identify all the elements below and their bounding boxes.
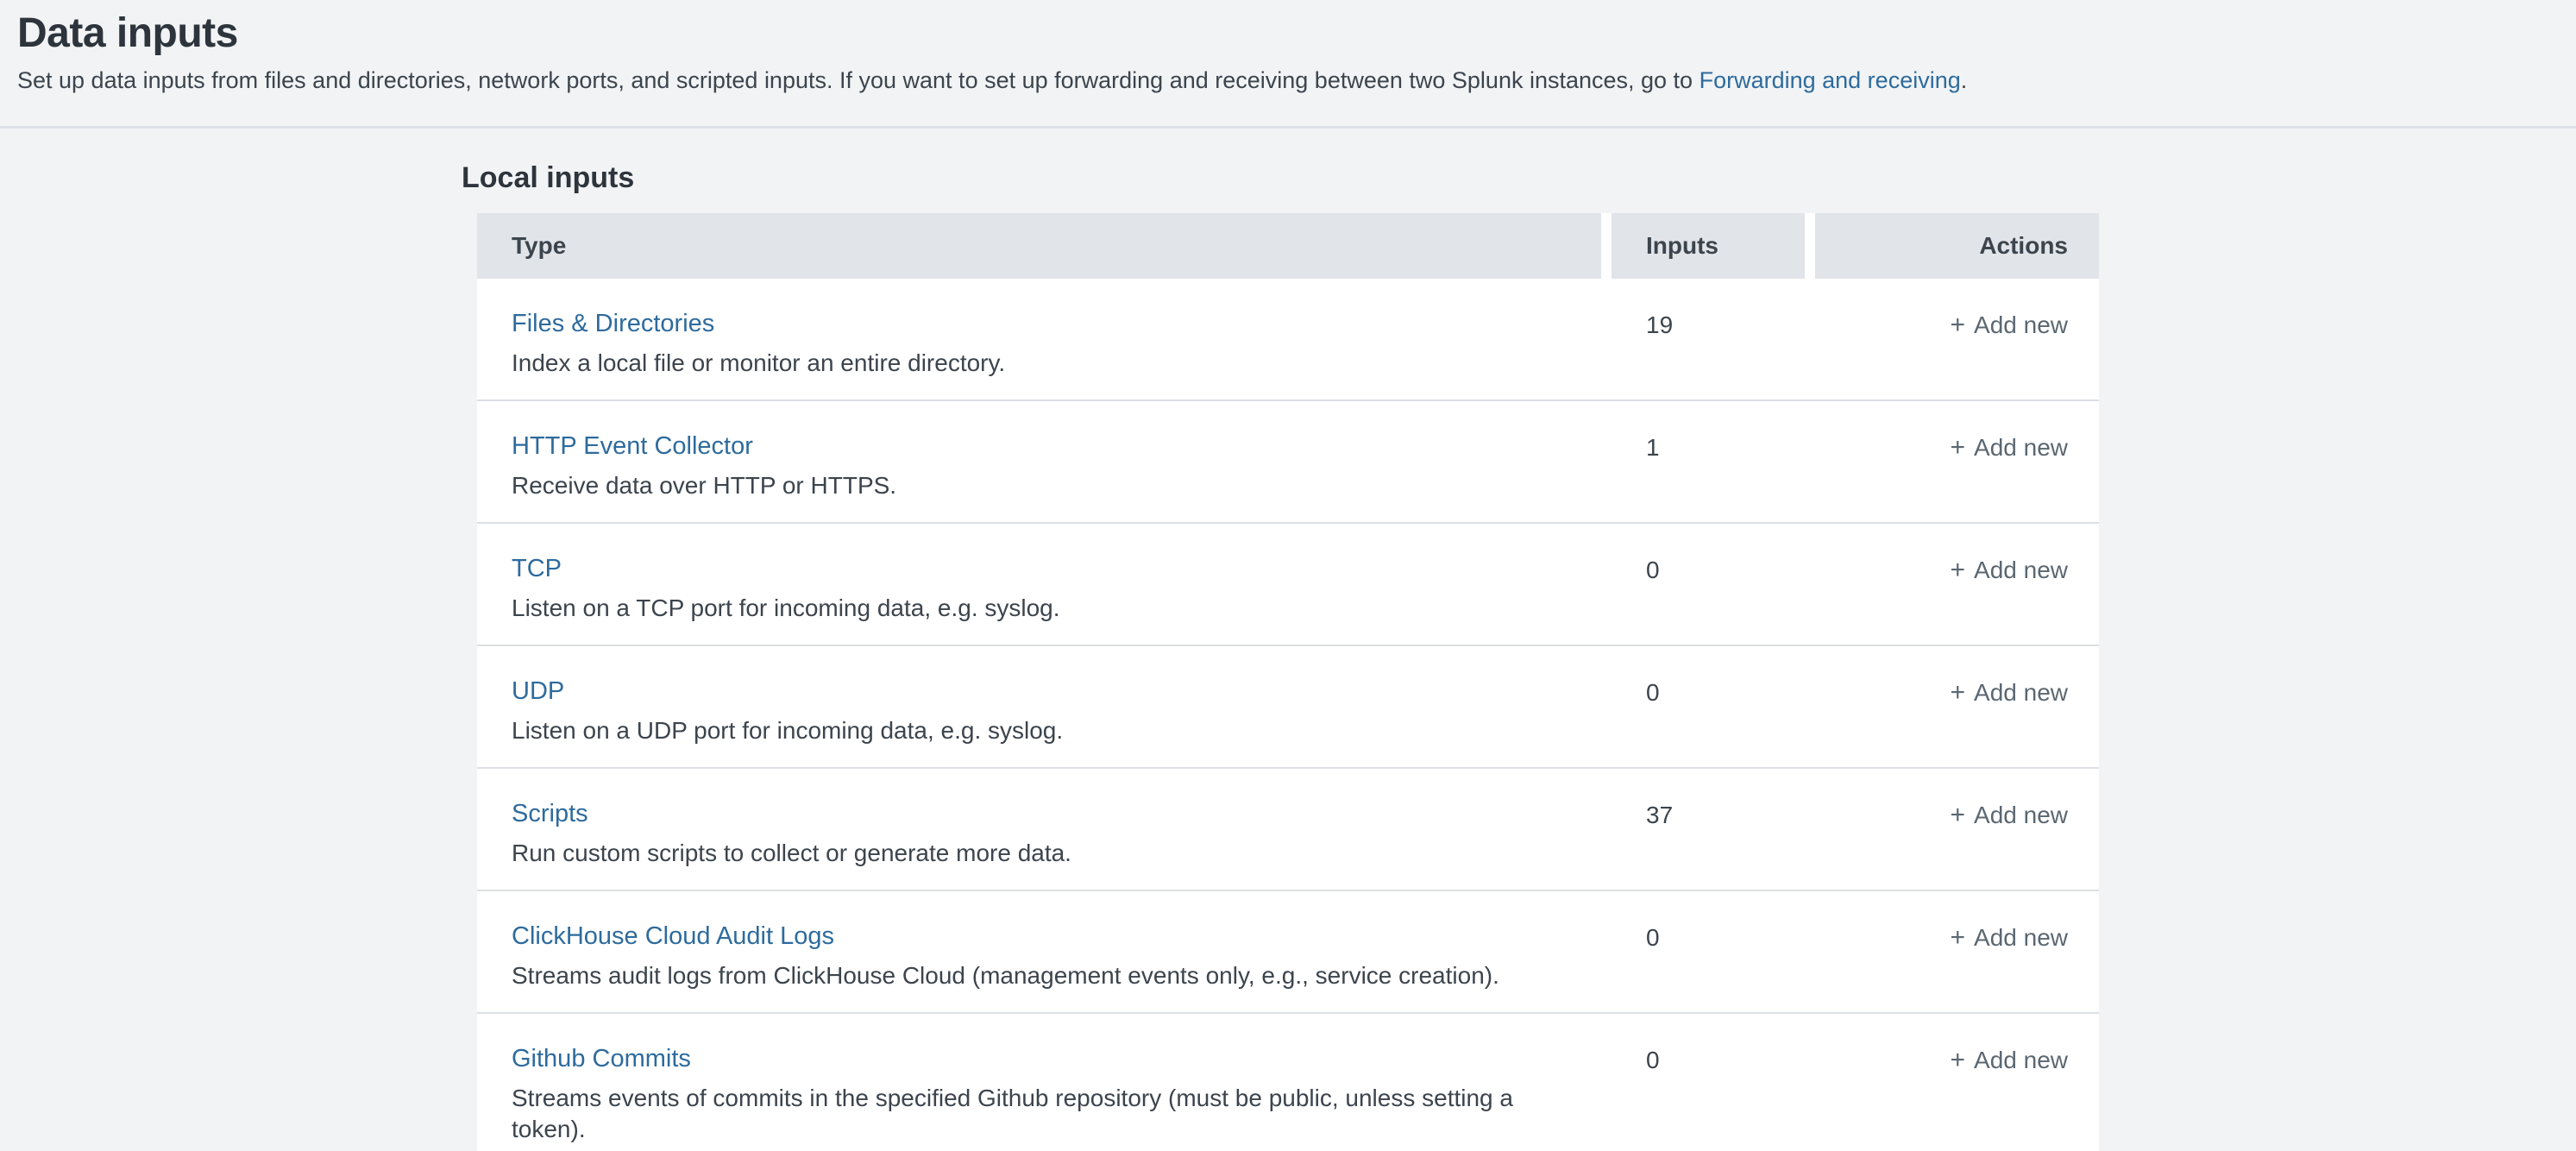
add-new-button[interactable]: + Add new [1951,557,2069,583]
add-new-button[interactable]: + Add new [1951,802,2069,828]
type-cell: HTTP Event Collector Receive data over H… [477,401,1601,522]
plus-icon: + [1951,677,1966,708]
add-new-button[interactable]: + Add new [1951,434,2069,461]
input-type-description: Receive data over HTTP or HTTPS. [512,470,1584,501]
inputs-count: 0 [1601,524,1805,645]
plus-icon: + [1951,432,1966,463]
inputs-count: 0 [1601,646,1805,767]
input-type-link[interactable]: TCP [512,552,562,585]
input-type-link[interactable]: Files & Directories [512,307,714,340]
page-title: Data inputs [17,9,2559,59]
inputs-count: 0 [1601,1014,1805,1151]
actions-cell: + Add new [1805,524,2099,645]
section-title: Local inputs [462,160,2576,196]
add-new-label: Add new [1974,1047,2068,1073]
add-new-label: Add new [1974,924,2068,951]
type-cell: ClickHouse Cloud Audit Logs Streams audi… [477,891,1601,1012]
page-header: Data inputs Set up data inputs from file… [0,0,2576,129]
inputs-count: 0 [1601,891,1805,1012]
plus-icon: + [1951,310,1966,341]
type-cell: UDP Listen on a UDP port for incoming da… [477,646,1601,767]
column-header-type: Type [477,213,1601,279]
add-new-label: Add new [1974,434,2068,461]
local-inputs-table: Type Inputs Actions Files & Directories … [477,213,2099,1151]
plus-icon: + [1951,1045,1966,1076]
page-description-text: Set up data inputs from files and direct… [17,67,1700,93]
actions-cell: + Add new [1805,279,2099,399]
inputs-count: 1 [1601,401,1805,522]
plus-icon: + [1951,800,1966,831]
forwarding-and-receiving-link[interactable]: Forwarding and receiving [1700,67,1961,93]
add-new-label: Add new [1974,802,2068,828]
add-new-button[interactable]: + Add new [1951,311,2069,338]
table-row: TCP Listen on a TCP port for incoming da… [477,524,2099,646]
type-cell: Scripts Run custom scripts to collect or… [477,769,1601,890]
table-row: Github Commits Streams events of commits… [477,1014,2099,1151]
input-type-description: Streams events of commits in the specifi… [512,1083,1584,1145]
add-new-label: Add new [1974,557,2068,583]
page-description-period: . [1961,67,1968,93]
input-type-description: Run custom scripts to collect or generat… [512,838,1584,869]
page-description: Set up data inputs from files and direct… [17,66,2559,95]
column-header-inputs: Inputs [1601,213,1805,279]
input-type-link[interactable]: UDP [512,675,564,708]
table-row: Files & Directories Index a local file o… [477,279,2099,401]
input-type-description: Listen on a UDP port for incoming data, … [512,715,1584,746]
actions-cell: + Add new [1805,1014,2099,1151]
input-type-link[interactable]: Github Commits [512,1042,691,1075]
actions-cell: + Add new [1805,646,2099,767]
input-type-link[interactable]: ClickHouse Cloud Audit Logs [512,920,834,953]
actions-cell: + Add new [1805,401,2099,522]
plus-icon: + [1951,555,1966,586]
table-row: HTTP Event Collector Receive data over H… [477,401,2099,524]
add-new-button[interactable]: + Add new [1951,924,2069,951]
actions-cell: + Add new [1805,769,2099,890]
table-row: Scripts Run custom scripts to collect or… [477,769,2099,891]
column-header-actions: Actions [1805,213,2099,279]
local-inputs-section: Local inputs Type Inputs Actions Files &… [0,129,2576,1151]
plus-icon: + [1951,922,1966,953]
add-new-label: Add new [1974,311,2068,338]
type-cell: TCP Listen on a TCP port for incoming da… [477,524,1601,645]
inputs-count: 37 [1601,769,1805,890]
type-cell: Files & Directories Index a local file o… [477,279,1601,399]
add-new-label: Add new [1974,679,2068,706]
input-type-link[interactable]: Scripts [512,797,588,830]
table-row: UDP Listen on a UDP port for incoming da… [477,646,2099,769]
input-type-description: Listen on a TCP port for incoming data, … [512,593,1584,624]
table-header-row: Type Inputs Actions [477,213,2099,279]
type-cell: Github Commits Streams events of commits… [477,1014,1601,1151]
table-row: ClickHouse Cloud Audit Logs Streams audi… [477,891,2099,1014]
input-type-description: Streams audit logs from ClickHouse Cloud… [512,960,1584,991]
input-type-link[interactable]: HTTP Event Collector [512,430,753,462]
add-new-button[interactable]: + Add new [1951,679,2069,706]
inputs-count: 19 [1601,279,1805,399]
input-type-description: Index a local file or monitor an entire … [512,348,1584,379]
add-new-button[interactable]: + Add new [1951,1047,2069,1073]
actions-cell: + Add new [1805,891,2099,1012]
